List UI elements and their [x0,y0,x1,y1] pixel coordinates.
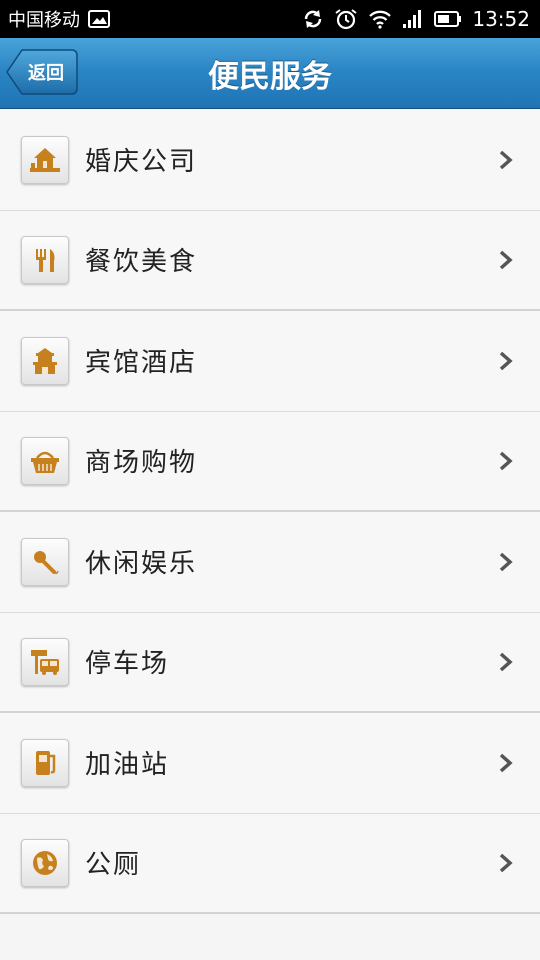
microphone-icon [21,537,69,586]
list-item-label: 加油站 [85,750,170,781]
chevron-right-icon [499,753,513,773]
chevron-right-icon [499,853,513,873]
chevron-right-icon [499,351,513,371]
back-button[interactable]: 返回 [6,49,78,95]
signal-icon [402,9,424,29]
list-item-shopping[interactable]: 商场购物 [0,411,540,512]
carrier-name: 中国移动 [8,10,80,31]
chevron-right-icon [499,552,513,572]
chevron-right-icon [499,451,513,471]
list-item-label: 休闲娱乐 [85,549,198,580]
title-bar: 返回 便民服务 [0,38,540,109]
fuel-pump-icon [21,738,69,787]
list-item-label: 停车场 [85,649,170,680]
chevron-right-icon [499,250,513,270]
list-item-wedding[interactable]: 婚庆公司 [0,110,540,211]
list-item-restroom[interactable]: 公厕 [0,813,540,914]
battery-icon [434,10,462,28]
list-item-label: 公厕 [85,850,142,881]
page-title: 便民服务 [208,59,332,95]
list-item-label: 宾馆酒店 [85,348,198,379]
fork-knife-icon [21,235,69,284]
basket-icon [21,436,69,485]
bus-stop-icon [21,637,69,686]
list-item-hotel[interactable]: 宾馆酒店 [0,311,540,412]
chevron-right-icon [499,150,513,170]
wifi-icon [368,9,392,29]
list-item-label: 商场购物 [85,448,198,479]
list-item-parking[interactable]: 停车场 [0,612,540,713]
status-time: 13:52 [472,7,530,31]
chevron-right-icon [499,652,513,672]
alarm-icon [334,8,358,30]
list-item-entertainment[interactable]: 休闲娱乐 [0,512,540,613]
globe-icon [21,838,69,887]
list-item-gas-station[interactable]: 加油站 [0,713,540,814]
image-icon [88,10,110,28]
service-list: 婚庆公司 餐饮美食 宾馆酒店 商场购物 休闲娱乐 停车场 加油站 公厕 [0,110,540,914]
list-item-label: 婚庆公司 [85,147,198,178]
hotel-icon [21,336,69,385]
house-icon [21,135,69,184]
back-label: 返回 [28,63,64,84]
status-bar: 中国移动 13:52 [0,0,540,38]
list-item-label: 餐饮美食 [85,247,198,278]
sync-icon [302,8,324,30]
list-item-dining[interactable]: 餐饮美食 [0,210,540,311]
